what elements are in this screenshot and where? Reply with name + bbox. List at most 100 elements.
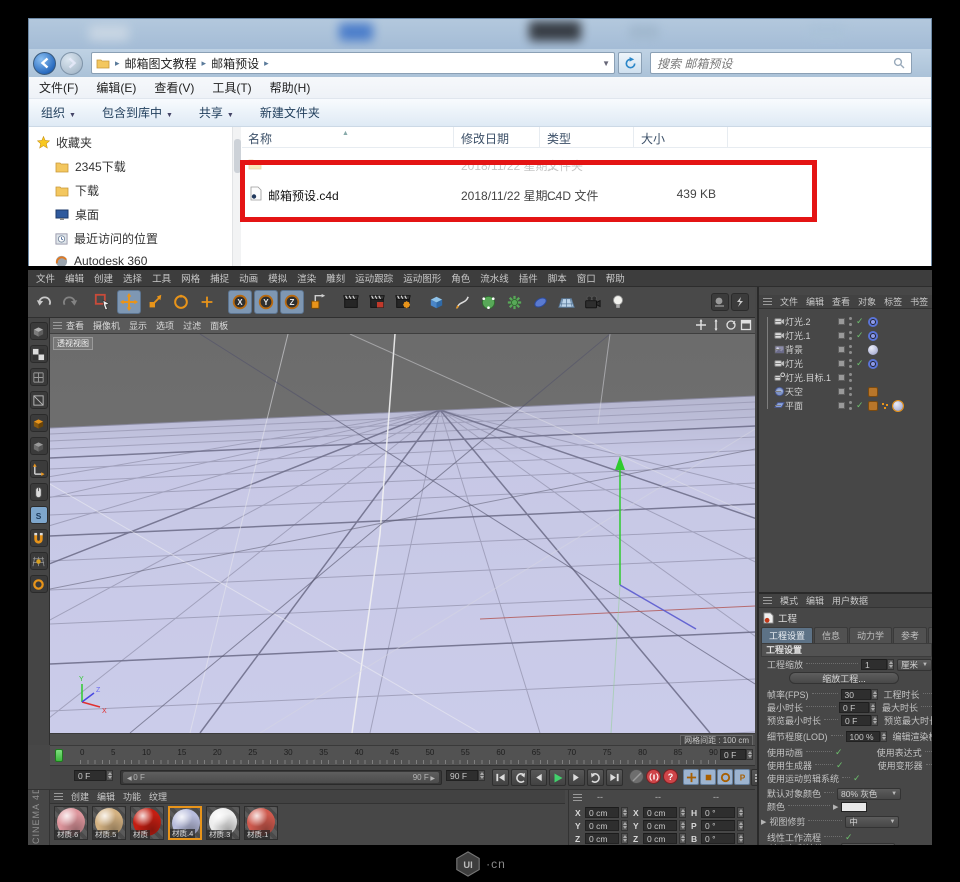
tab-dynamics[interactable]: 动力学 bbox=[849, 627, 892, 644]
c4d-menu-item[interactable]: 窗口 bbox=[577, 271, 596, 285]
stepper-icon[interactable] bbox=[478, 770, 485, 781]
add-cube-icon[interactable] bbox=[424, 290, 448, 314]
mat-menu-item[interactable]: 创建 bbox=[71, 790, 89, 803]
scale-project-button[interactable]: 缩放工程... bbox=[789, 672, 899, 684]
coord-field[interactable]: 0 cm bbox=[585, 833, 619, 844]
model-mode-icon[interactable] bbox=[30, 437, 48, 455]
sidebar-item-desktop[interactable]: 桌面 bbox=[55, 206, 99, 223]
mat-menu-item[interactable]: 纹理 bbox=[149, 790, 167, 803]
stepper-icon[interactable] bbox=[737, 833, 744, 844]
include-library-button[interactable]: 包含到库中 bbox=[102, 104, 173, 121]
color-swatch[interactable] bbox=[841, 802, 867, 812]
current-frame-value[interactable]: 0 F bbox=[720, 749, 746, 760]
coord-field[interactable]: 0 cm bbox=[643, 820, 677, 831]
column-date[interactable]: 修改日期 bbox=[461, 130, 509, 147]
c4d-menu-item[interactable]: 角色 bbox=[451, 271, 470, 285]
breadcrumb-segment[interactable]: 邮箱预设 bbox=[211, 55, 259, 72]
om-menu-item[interactable]: 编辑 bbox=[806, 295, 824, 308]
toggle-view-icon[interactable] bbox=[740, 319, 752, 331]
panel-menu-icon[interactable] bbox=[53, 322, 62, 329]
object-name[interactable]: 背景 bbox=[785, 343, 803, 356]
object-name[interactable]: 平面 bbox=[785, 399, 803, 412]
fps-field[interactable]: 30 bbox=[841, 689, 871, 700]
lock-z-axis-icon[interactable]: Z bbox=[280, 290, 304, 314]
layout-icon[interactable] bbox=[711, 293, 729, 311]
unit-combo[interactable]: 厘米 bbox=[897, 659, 932, 671]
coord-field[interactable]: 0 ° bbox=[701, 807, 735, 818]
search-input[interactable]: 搜索 邮箱预设 bbox=[650, 52, 912, 74]
sidebar-item-download[interactable]: 下载 bbox=[55, 182, 99, 199]
compositing-tag-icon[interactable] bbox=[868, 387, 878, 397]
om-menu-item[interactable]: 查看 bbox=[832, 295, 850, 308]
current-frame-spinner[interactable]: 0 F bbox=[720, 749, 753, 760]
enabled-check-icon[interactable] bbox=[856, 330, 864, 341]
edges-mode-icon[interactable] bbox=[30, 391, 48, 409]
checkbox-checked-icon[interactable] bbox=[835, 747, 843, 758]
visibility-dots-icon[interactable] bbox=[849, 345, 853, 355]
vp-menu-item[interactable]: 面板 bbox=[210, 319, 228, 332]
mat-menu-item[interactable]: 功能 bbox=[123, 790, 141, 803]
share-button[interactable]: 共享 bbox=[199, 104, 234, 121]
scene-3d-view[interactable]: Y Z X bbox=[50, 334, 755, 733]
key-scale-toggle[interactable] bbox=[700, 769, 716, 785]
vp-menu-item[interactable]: 选项 bbox=[156, 319, 174, 332]
om-menu-item[interactable]: 文件 bbox=[780, 295, 798, 308]
enabled-check-icon[interactable] bbox=[856, 358, 864, 369]
om-menu-item[interactable]: 书签 bbox=[910, 295, 928, 308]
coord-field[interactable]: 0 ° bbox=[701, 833, 735, 844]
c4d-menu-item[interactable]: 捕捉 bbox=[210, 271, 229, 285]
object-row-light[interactable]: 灯光 bbox=[767, 357, 932, 370]
menu-help[interactable]: 帮助(H) bbox=[270, 79, 311, 96]
menu-tools[interactable]: 工具(T) bbox=[212, 79, 251, 96]
locked-workplane-icon[interactable] bbox=[30, 575, 48, 593]
texture-mode-icon[interactable] bbox=[30, 345, 48, 363]
coord-field[interactable]: 0 cm bbox=[643, 807, 677, 818]
target-tag-icon[interactable] bbox=[868, 331, 878, 341]
frame-value[interactable]: 0 F bbox=[74, 770, 106, 781]
tab-todo[interactable]: 待办事项 bbox=[928, 627, 932, 644]
vp-menu-item[interactable]: 摄像机 bbox=[93, 319, 120, 332]
expand-icon[interactable] bbox=[761, 818, 766, 826]
layer-icon[interactable] bbox=[838, 402, 845, 409]
stepper-icon[interactable] bbox=[887, 659, 894, 670]
stepper-icon[interactable] bbox=[679, 807, 686, 818]
explorer-titlebar[interactable] bbox=[29, 19, 931, 49]
floor-environment-icon[interactable] bbox=[554, 290, 578, 314]
panel-menu-icon[interactable] bbox=[54, 793, 63, 800]
playhead-marker[interactable] bbox=[55, 749, 63, 762]
pan-view-icon[interactable] bbox=[695, 319, 707, 331]
snap-magnet-icon[interactable] bbox=[30, 529, 48, 547]
target-tag-icon[interactable] bbox=[868, 359, 878, 369]
sidebar-item-autodesk-360[interactable]: Autodesk 360 bbox=[55, 254, 147, 266]
sidebar-item-2345-download[interactable]: 2345下载 bbox=[55, 158, 126, 175]
coordinate-system-icon[interactable] bbox=[306, 290, 330, 314]
column-type[interactable]: 类型 bbox=[547, 130, 571, 147]
pen-spline-icon[interactable] bbox=[450, 290, 474, 314]
coord-field[interactable]: 0 ° bbox=[701, 820, 735, 831]
stepper-icon[interactable] bbox=[679, 833, 686, 844]
goto-end-button[interactable] bbox=[606, 769, 623, 786]
subdivision-surface-icon[interactable] bbox=[476, 290, 500, 314]
stepper-icon[interactable] bbox=[621, 820, 628, 831]
address-bar[interactable]: 邮箱图文教程 邮箱预设 bbox=[91, 52, 615, 74]
view-name-label[interactable]: 透视视图 bbox=[53, 337, 93, 350]
stepper-icon[interactable] bbox=[621, 807, 628, 818]
stepper-icon[interactable] bbox=[621, 833, 628, 844]
polygons-mode-icon[interactable] bbox=[30, 414, 48, 432]
object-row-sky[interactable]: 天空 bbox=[767, 385, 932, 398]
c4d-menu-item[interactable]: 编辑 bbox=[65, 271, 84, 285]
tab-project-settings[interactable]: 工程设置 bbox=[761, 627, 813, 644]
coord-field[interactable]: 0 cm bbox=[585, 820, 619, 831]
viewport[interactable]: 查看 摄像机 显示 选项 过滤 面板 透视视图 bbox=[50, 318, 755, 745]
layer-icon[interactable] bbox=[838, 374, 845, 381]
record-disabled-icon[interactable] bbox=[629, 769, 644, 784]
am-menu-item[interactable]: 用户数据 bbox=[832, 594, 868, 607]
lod-field[interactable]: 100 % bbox=[846, 731, 880, 742]
layer-icon[interactable] bbox=[838, 388, 845, 395]
rotate-view-icon[interactable] bbox=[725, 319, 737, 331]
c4d-menu-item[interactable]: 渲染 bbox=[297, 271, 316, 285]
camera-icon[interactable] bbox=[580, 290, 604, 314]
material-thumb[interactable]: 材质.1 bbox=[244, 806, 278, 840]
layer-icon[interactable] bbox=[838, 346, 845, 353]
goto-start-button[interactable] bbox=[492, 769, 509, 786]
